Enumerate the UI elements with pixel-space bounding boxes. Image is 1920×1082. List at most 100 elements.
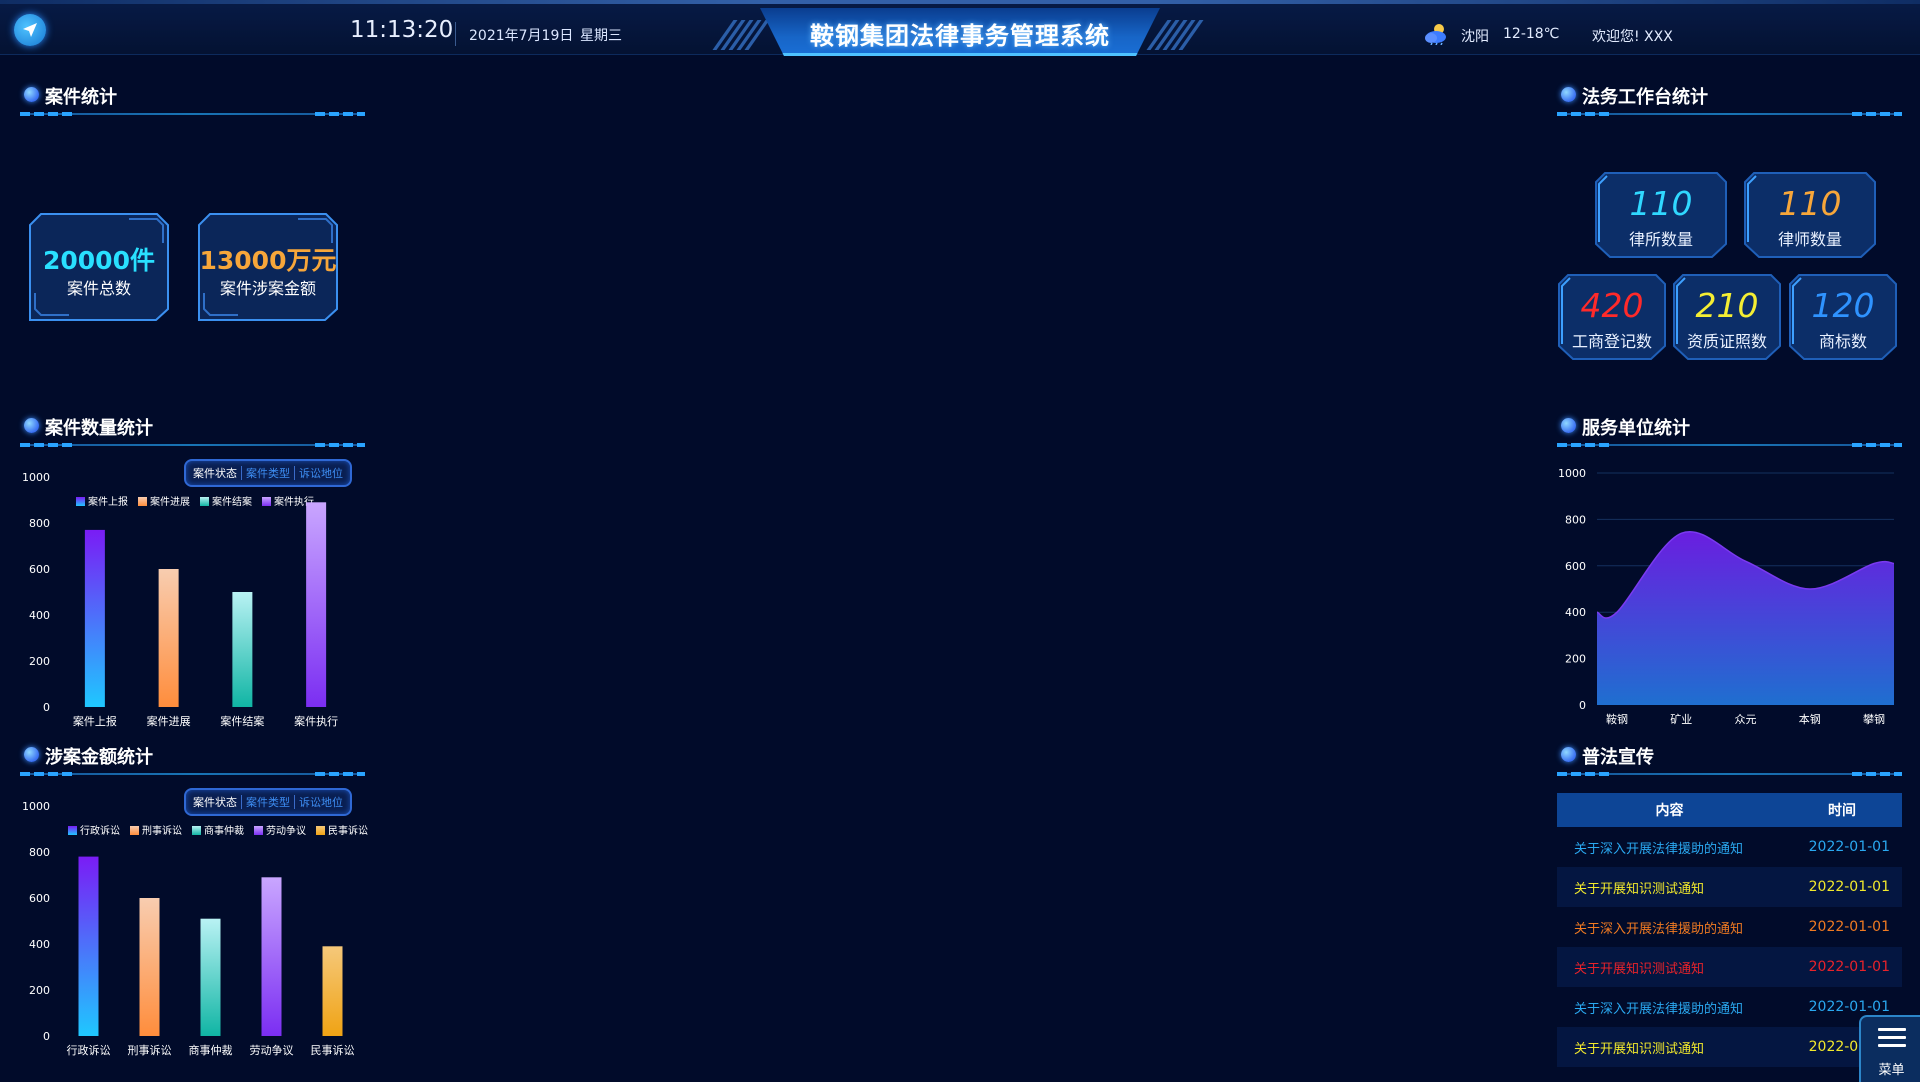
table-row[interactable]: 关于深入开展法律援助的通知 2022-01-01 — [1557, 987, 1902, 1027]
service-units-area-chart: 0 200 400 600 800 1000 鞍钢 矿业 众元 本钢 攀钢 — [1558, 467, 1895, 726]
stat-value: 120 — [1811, 286, 1875, 325]
section-dash-left — [20, 112, 75, 116]
legend-label: 行政诉讼 — [80, 824, 120, 837]
section-dash-left — [1557, 772, 1612, 776]
section-bullet-icon — [1561, 747, 1576, 762]
table-row[interactable]: 关于开展知识测试通知 2022-01-01 — [1557, 867, 1902, 907]
stat-label: 资质证照数 — [1686, 332, 1767, 351]
table-row[interactable]: 关于深入开展法律援助的通知 2022-01-01 — [1557, 827, 1902, 867]
logo-navigation-icon[interactable] — [14, 14, 46, 46]
section-dash-right — [315, 112, 365, 116]
menu-label: 菜单 — [1878, 1063, 1905, 1078]
y-tick-label: 600 — [29, 563, 50, 576]
stat-value: 20000件 — [43, 246, 155, 275]
stat-card-case-total[interactable]: 20000件 案件总数 — [29, 213, 169, 321]
table-row[interactable]: 关于开展知识测试通知 2022-01-01 — [1557, 1027, 1902, 1067]
x-tick-label: 攀钢 — [1863, 713, 1885, 726]
section-legal-workbench: 法务工作台统计 — [1557, 75, 1902, 116]
section-dash-right — [1852, 443, 1902, 447]
x-tick-label: 鞍钢 — [1606, 712, 1628, 726]
legend-label: 劳动争议 — [266, 824, 306, 837]
notice-content[interactable]: 关于开展知识测试通知 — [1557, 878, 1809, 897]
y-tick-label: 200 — [29, 655, 50, 668]
section-dash-right — [1852, 112, 1902, 116]
bar — [84, 529, 105, 707]
notice-content[interactable]: 关于深入开展法律援助的通知 — [1557, 838, 1809, 857]
section-dash-left — [20, 443, 75, 447]
section-dash-right — [315, 443, 365, 447]
legend-label: 案件进展 — [150, 495, 190, 508]
x-tick-label: 劳动争议 — [250, 1043, 294, 1057]
notice-time: 2022-01-01 — [1808, 879, 1890, 895]
legend-swatch — [262, 497, 271, 506]
y-tick-label: 1000 — [1558, 467, 1586, 480]
stat-business-registrations[interactable]: 420 工商登记数 — [1558, 274, 1666, 360]
notice-content[interactable]: 关于深入开展法律援助的通知 — [1557, 918, 1809, 937]
y-tick-label: 1000 — [22, 471, 50, 484]
header-bar: 11:13:20 2021年7月19日 星期三 鞍钢集团法律事务管理系统 沈阳 … — [0, 4, 1920, 58]
x-tick-label: 众元 — [1735, 713, 1757, 726]
current-date: 2021年7月19日 — [469, 28, 574, 44]
stat-label: 律所数量 — [1628, 230, 1693, 249]
system-title: 鞍钢集团法律事务管理系统 — [810, 22, 1110, 50]
header-time: 时间 — [1828, 803, 1856, 819]
section-title: 案件统计 — [45, 87, 117, 108]
stat-law-firms[interactable]: 110 律所数量 — [1595, 172, 1727, 258]
y-tick-label: 200 — [29, 984, 50, 997]
y-tick-label: 400 — [1565, 606, 1586, 619]
x-tick-label: 案件进展 — [147, 714, 191, 728]
x-tick-label: 商事仲裁 — [189, 1043, 233, 1057]
menu-button[interactable]: 菜单 — [1859, 1015, 1920, 1082]
clock-time: 11:13:20 — [350, 17, 454, 43]
y-tick-label: 400 — [29, 938, 50, 951]
y-tick-label: 800 — [1565, 513, 1586, 526]
y-tick-label: 600 — [1565, 560, 1586, 573]
notice-time: 2022-01-01 — [1808, 839, 1890, 855]
bar — [158, 569, 179, 707]
stat-qualification-certificates[interactable]: 210 资质证照数 — [1673, 274, 1781, 360]
table-row[interactable]: 关于深入开展法律援助的通知 2022-01-01 — [1557, 907, 1902, 947]
notice-content[interactable]: 关于开展知识测试通知 — [1557, 958, 1809, 977]
stat-label: 案件涉案金额 — [219, 279, 316, 298]
section-bullet-icon — [1561, 418, 1576, 433]
stat-label: 工商登记数 — [1571, 332, 1652, 351]
legend-swatch — [192, 826, 201, 835]
y-tick-label: 0 — [43, 701, 50, 714]
bar — [322, 946, 343, 1036]
notice-content[interactable]: 关于开展知识测试通知 — [1557, 1038, 1809, 1057]
stat-value: 110 — [1778, 184, 1842, 223]
legend-swatch — [254, 826, 263, 835]
welcome-user[interactable]: 欢迎您! XXX — [1592, 26, 1673, 46]
x-tick-label: 案件结案 — [220, 714, 264, 728]
section-case-amount: 涉案金额统计 — [20, 735, 365, 776]
notice-time: 2022-01-01 — [1808, 919, 1890, 935]
weather-city: 沈阳 — [1461, 29, 1489, 45]
section-service-units: 服务单位统计 — [1557, 406, 1902, 447]
y-tick-label: 200 — [1565, 653, 1586, 666]
legend-label: 案件结案 — [212, 495, 252, 508]
table-row[interactable]: 关于开展知识测试通知 2022-01-01 — [1557, 947, 1902, 987]
stat-lawyers[interactable]: 110 律师数量 — [1744, 172, 1876, 258]
section-dash-right — [315, 772, 365, 776]
section-title: 涉案金额统计 — [45, 747, 153, 768]
legend-label: 案件上报 — [88, 495, 128, 508]
stat-card-case-amount[interactable]: 13000万元 案件涉案金额 — [198, 213, 338, 321]
case-amount-bar-chart: 02004006008001000行政诉讼 刑事诉讼 商事仲裁 劳动争议 民事诉讼行政诉… — [22, 800, 368, 1057]
section-bullet-icon — [24, 418, 39, 433]
x-tick-label: 案件上报 — [73, 714, 117, 728]
stat-value: 110 — [1629, 184, 1693, 223]
stat-trademarks[interactable]: 120 商标数 — [1789, 274, 1897, 360]
section-dash-left — [1557, 112, 1612, 116]
section-dash-right — [1852, 772, 1902, 776]
y-tick-label: 600 — [29, 892, 50, 905]
notice-content[interactable]: 关于深入开展法律援助的通知 — [1557, 998, 1809, 1017]
section-title: 法务工作台统计 — [1582, 87, 1708, 108]
y-tick-label: 800 — [29, 846, 50, 859]
x-tick-label: 案件执行 — [294, 714, 338, 728]
section-dash-left — [1557, 443, 1612, 447]
section-dash-left — [20, 772, 75, 776]
bar — [200, 918, 221, 1036]
section-case-stats: 案件统计 — [20, 75, 365, 116]
title-banner: 鞍钢集团法律事务管理系统 — [705, 8, 1215, 58]
legend-swatch — [200, 497, 209, 506]
